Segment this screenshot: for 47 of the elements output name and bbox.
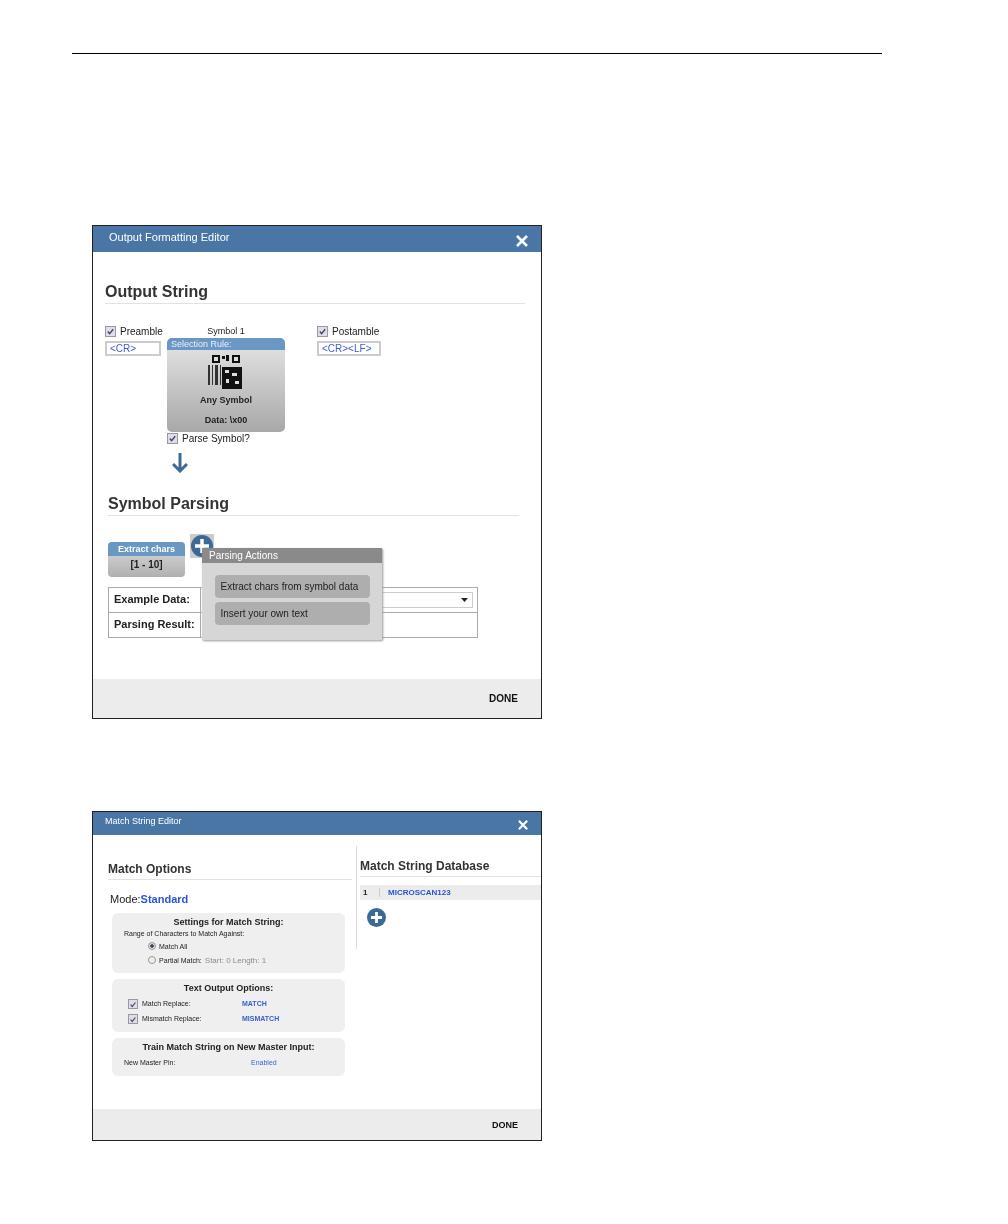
menu-item[interactable]: Extract chars from symbol data <box>214 575 370 598</box>
close-icon[interactable] <box>518 820 528 830</box>
symbol-data: Data: \x00 <box>204 415 248 425</box>
section-heading: Output String <box>105 283 525 304</box>
barcode-icon <box>208 355 244 389</box>
match-string: MICROSCAN123 <box>388 888 451 897</box>
preamble-field[interactable]: <CR> <box>105 341 161 356</box>
checkbox[interactable] <box>317 326 328 337</box>
mode-label: Mode:Standard <box>110 893 190 905</box>
card-header: Extract chars <box>108 542 185 556</box>
section-heading: Match Options <box>108 862 352 880</box>
checkbox[interactable] <box>128 998 138 1009</box>
checkbox[interactable] <box>167 433 178 444</box>
section-heading: Match String Database <box>360 859 541 877</box>
panel-title: Train Match String on New Master Input: <box>141 1042 316 1052</box>
checkbox[interactable] <box>128 1013 138 1024</box>
window-title: Match String Editor <box>105 816 182 826</box>
done-button[interactable]: DONE <box>489 693 518 704</box>
table-cell: Example Data: <box>109 588 201 612</box>
add-icon[interactable] <box>367 908 386 927</box>
symbol-name: Any Symbol <box>200 395 252 405</box>
disabled-detail: Start: 0 Length: 1 <box>204 955 267 965</box>
card-header: Selection Rule: <box>167 338 285 350</box>
panel-title: Settings for Match String: <box>172 917 285 927</box>
symbol-card[interactable]: Selection Rule: Any Symbol Data: \x00 <box>167 338 285 432</box>
radio-button[interactable] <box>148 956 156 964</box>
radio-button[interactable] <box>148 942 156 950</box>
caret-icon <box>461 598 468 602</box>
row-index: 1 <box>360 888 380 897</box>
checkbox-label: Postamble <box>332 326 380 337</box>
table-cell: Parsing Result: <box>109 613 201 637</box>
checkbox-label: Parse Symbol? <box>182 433 250 444</box>
parse-step-card[interactable]: Extract chars [1 - 10] <box>108 542 185 577</box>
postamble-field[interactable]: <CR><LF> <box>317 341 381 356</box>
section-heading: Symbol Parsing <box>108 495 519 516</box>
database-row[interactable]: 1 MICROSCAN123 <box>360 885 541 900</box>
done-button[interactable]: DONE <box>492 1119 518 1130</box>
close-icon[interactable] <box>516 234 528 247</box>
checkbox-label: Preamble <box>120 326 163 337</box>
menu-title: Parsing Actions <box>202 548 382 563</box>
window-title: Output Formatting Editor <box>109 230 230 243</box>
menu-item[interactable]: Insert your own text <box>214 602 370 625</box>
symbol-label: Symbol 1 <box>206 326 246 336</box>
panel-title: Text Output Options: <box>182 983 275 993</box>
checkbox[interactable] <box>105 326 116 337</box>
range-label: [1 - 10] <box>129 559 164 570</box>
down-arrow-icon <box>172 453 188 473</box>
